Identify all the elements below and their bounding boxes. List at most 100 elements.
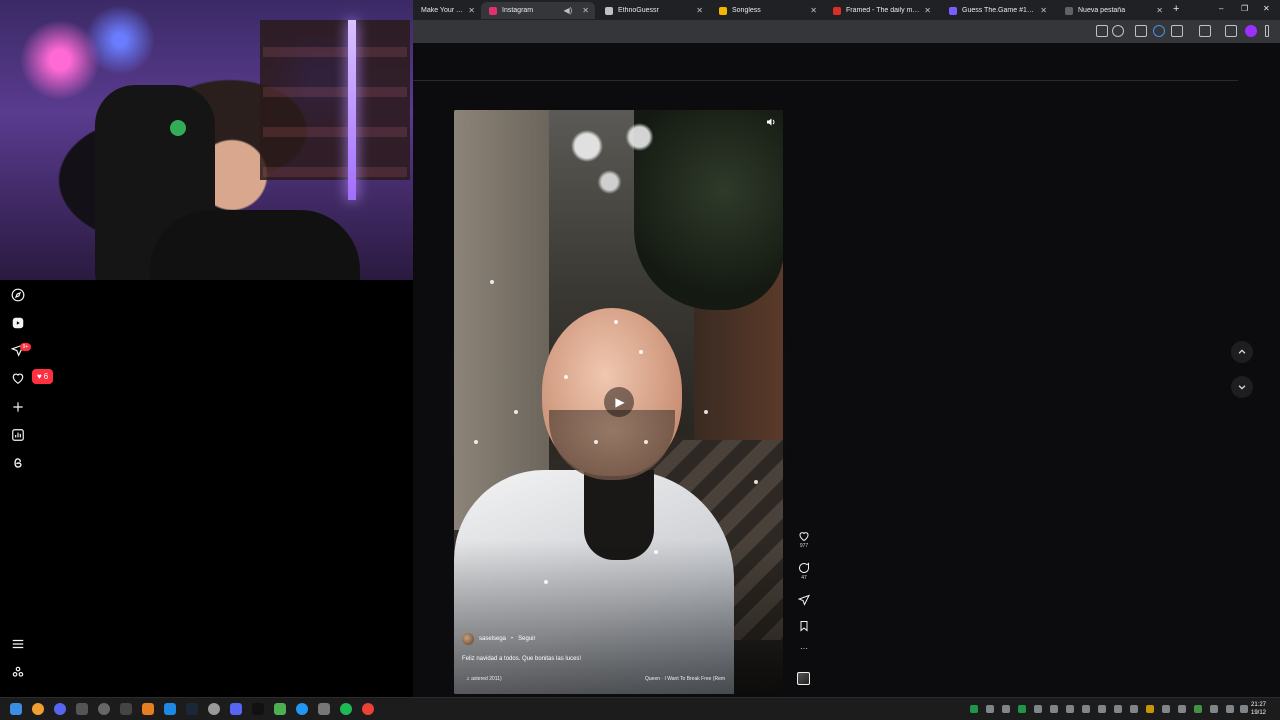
windows-start-icon[interactable]	[10, 703, 22, 715]
tray-icon[interactable]	[1114, 705, 1122, 713]
tab-ethnoguessr[interactable]: EthnoGuessr ✕	[597, 2, 709, 19]
tray-icon[interactable]	[1082, 705, 1090, 713]
like-action: 977	[797, 530, 811, 549]
tray-icon[interactable]	[1146, 705, 1154, 713]
bookmark-icon[interactable]	[798, 620, 810, 632]
profile-avatar[interactable]	[1245, 25, 1257, 37]
heart-icon[interactable]	[798, 530, 810, 542]
snowflake	[474, 440, 478, 444]
clock-date: 19/12	[1251, 710, 1267, 716]
volume-icon[interactable]	[1240, 705, 1248, 713]
network-icon[interactable]	[1226, 705, 1234, 713]
close-icon[interactable]: ✕	[1040, 6, 1047, 15]
next-reel-button[interactable]	[1231, 376, 1253, 398]
audio-track-left[interactable]: ♫ astered 2011)	[466, 676, 502, 682]
restore-button[interactable]: ❐	[1241, 4, 1248, 13]
close-icon[interactable]: ✕	[468, 6, 475, 15]
follow-button[interactable]: Seguir	[518, 636, 535, 642]
tray-icon[interactable]	[1194, 705, 1202, 713]
app-icon[interactable]	[120, 703, 132, 715]
app-icon[interactable]	[98, 703, 110, 715]
tab-framed[interactable]: Framed - The daily movie gu ✕	[825, 2, 937, 19]
search-icon[interactable]	[32, 703, 44, 715]
tab-make-your-day[interactable]: Make Your Day ✕	[413, 2, 481, 19]
menu-icon[interactable]	[11, 637, 25, 651]
screen: Make Your Day ✕ Instagram ◀) ✕ EthnoGues…	[0, 0, 1280, 720]
puzzle-icon[interactable]	[1171, 25, 1183, 37]
tray-icon[interactable]	[1066, 705, 1074, 713]
tray-icon[interactable]	[1130, 705, 1138, 713]
close-icon[interactable]: ✕	[696, 6, 703, 15]
app-icon[interactable]	[54, 703, 66, 715]
guessthegame-favicon-icon	[949, 6, 957, 15]
ethnoguessr-favicon-icon	[605, 6, 613, 15]
discord-icon[interactable]	[230, 703, 242, 715]
tray-icon[interactable]	[1002, 705, 1010, 713]
app-icon[interactable]	[318, 703, 330, 715]
tray-icon[interactable]	[986, 705, 994, 713]
likes-notification-badge: ♥ 6	[32, 369, 54, 384]
tray-icon[interactable]	[1050, 705, 1058, 713]
tray-icon[interactable]	[1178, 705, 1186, 713]
tab-songless[interactable]: Songless ✕	[711, 2, 823, 19]
comment-icon[interactable]	[798, 562, 810, 574]
close-icon[interactable]: ✕	[924, 6, 931, 15]
send-icon[interactable]	[798, 594, 810, 606]
audio-track-right[interactable]: Queen · I Want To Break Free (Rem	[645, 676, 725, 682]
app-icon[interactable]	[76, 703, 88, 715]
tray-icon[interactable]	[1162, 705, 1170, 713]
explore-compass-icon[interactable]	[11, 288, 25, 302]
heart-icon[interactable]	[11, 371, 25, 385]
spotify-icon[interactable]	[340, 703, 352, 715]
dashboard-icon[interactable]	[11, 428, 25, 442]
close-icon[interactable]: ✕	[582, 6, 589, 15]
download-icon[interactable]	[1225, 25, 1237, 37]
app-icon[interactable]	[296, 703, 308, 715]
browser-toolbar	[413, 20, 1280, 43]
window-close-button[interactable]: ✕	[1263, 4, 1270, 13]
tab-title: EthnoGuessr	[618, 7, 659, 14]
tiktok-icon[interactable]	[252, 703, 264, 715]
app-icon[interactable]	[274, 703, 286, 715]
taskbar-clock[interactable]: 21:27 19/12	[1251, 701, 1266, 717]
extension-icon[interactable]	[1135, 25, 1147, 37]
tab-guess-the-game[interactable]: Guess The.Game #1315 ✕	[941, 2, 1053, 19]
tray-icon[interactable]	[1210, 705, 1218, 713]
bookmarks-icon[interactable]	[1199, 25, 1211, 37]
chrome-icon[interactable]	[362, 703, 374, 715]
app-icon[interactable]	[164, 703, 176, 715]
speaker-icon[interactable]: ◀)	[563, 6, 572, 15]
more-icon[interactable]: ···	[800, 644, 808, 653]
instagram-favicon-icon	[489, 6, 497, 15]
new-tab-button[interactable]: +	[1173, 3, 1179, 15]
apps-icon[interactable]	[11, 665, 25, 679]
tray-icon[interactable]	[1098, 705, 1106, 713]
tray-icon[interactable]	[1034, 705, 1042, 713]
bookmark-star-icon[interactable]	[1112, 25, 1124, 37]
close-icon[interactable]: ✕	[1156, 6, 1163, 15]
steam-icon[interactable]	[186, 703, 198, 715]
audio-thumbnail[interactable]	[797, 672, 810, 685]
minimize-button[interactable]: –	[1219, 4, 1223, 13]
previous-reel-button[interactable]	[1231, 341, 1253, 363]
author-avatar[interactable]	[462, 633, 474, 645]
webcam-shelf	[260, 20, 410, 180]
vpn-extension-icon[interactable]	[1153, 25, 1165, 37]
volume-icon[interactable]	[765, 115, 777, 127]
browser-menu-icon[interactable]	[1265, 25, 1269, 37]
install-app-icon[interactable]	[1096, 25, 1108, 37]
close-icon[interactable]: ✕	[810, 6, 817, 15]
threads-icon[interactable]	[11, 456, 25, 470]
reels-icon[interactable]	[11, 316, 25, 330]
app-icon[interactable]	[208, 703, 220, 715]
plus-icon[interactable]	[11, 400, 25, 414]
tab-nueva-pestana[interactable]: Nueva pestaña ✕	[1057, 2, 1169, 19]
more-options: ···	[797, 644, 811, 653]
tray-icon[interactable]	[970, 705, 978, 713]
tray-icon[interactable]	[1018, 705, 1026, 713]
webcam-lamp	[348, 20, 356, 200]
tab-instagram[interactable]: Instagram ◀) ✕	[481, 2, 595, 19]
author-username[interactable]: saselsega	[479, 636, 506, 642]
play-button[interactable]: ▶	[604, 387, 634, 417]
app-icon[interactable]	[142, 703, 154, 715]
